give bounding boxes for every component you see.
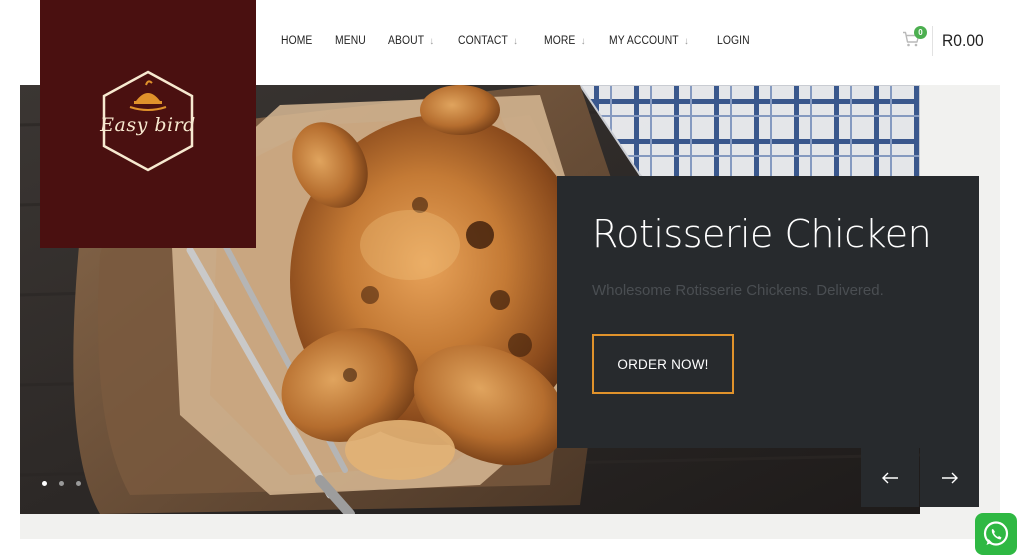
nav-more-label: MORE (543, 35, 576, 47)
slider-next-button[interactable] (920, 448, 979, 507)
nav-about[interactable]: ABOUT ↓ (388, 35, 434, 47)
nav-menu[interactable]: MENU (335, 35, 366, 47)
nav-home[interactable]: HOME (281, 35, 312, 47)
order-now-button[interactable]: ORDER NOW! (592, 334, 734, 394)
slider-prev-button[interactable] (861, 448, 919, 507)
chevron-down-icon: ↓ (513, 35, 519, 47)
whatsapp-icon (983, 521, 1009, 546)
hero-backdrop-bottom (20, 514, 1000, 539)
nav-contact[interactable]: CONTACT ↓ (458, 35, 518, 47)
cart-count-badge: 0 (914, 26, 927, 39)
nav-about-label: ABOUT (388, 35, 425, 47)
nav-login[interactable]: LOGIN (717, 35, 750, 47)
cart-divider (932, 26, 933, 56)
cart-button[interactable]: 0 (900, 26, 928, 54)
nav-home-label: HOME (281, 35, 313, 47)
nav-login-label: LOGIN (716, 35, 750, 47)
nav-menu-label: MENU (334, 35, 366, 47)
chevron-down-icon: ↓ (684, 35, 689, 47)
page: HOME MENU ABOUT ↓ CONTACT ↓ MORE ↓ MY ACCOU… (0, 0, 1024, 559)
nav-contact-label: CONTACT (458, 35, 509, 47)
nav-my-account-label: MY ACCOUNT (608, 35, 679, 47)
nav-more[interactable]: MORE ↓ (544, 35, 585, 47)
main-nav: HOME MENU ABOUT ↓ CONTACT ↓ MORE ↓ MY ACCOU… (281, 33, 772, 49)
slide-dot-2[interactable] (59, 481, 64, 486)
chevron-down-icon: ↓ (429, 35, 435, 47)
nav-my-account[interactable]: MY ACCOUNT ↓ (609, 35, 689, 47)
slider-dots (42, 481, 93, 486)
hero-caption-card: Rotisserie Chicken Wholesome Rotisserie … (557, 176, 979, 448)
logo-text: Easy bird (100, 114, 196, 136)
whatsapp-button[interactable] (975, 513, 1017, 555)
hero-title: Rotisserie Chicken (592, 212, 932, 256)
order-now-label: ORDER NOW! (617, 356, 709, 372)
hero-subtitle: Wholesome Rotisserie Chickens. Delivered… (592, 282, 884, 299)
slide-dot-1[interactable] (42, 481, 47, 486)
slide-dot-3[interactable] (76, 481, 81, 486)
site-logo[interactable]: Easy bird (40, 0, 256, 248)
arrow-right-icon (941, 472, 958, 483)
cart-total[interactable]: R0.00 (942, 31, 984, 51)
chevron-down-icon: ↓ (580, 35, 586, 47)
chicken-icon (129, 80, 167, 111)
arrow-left-icon (882, 472, 898, 483)
